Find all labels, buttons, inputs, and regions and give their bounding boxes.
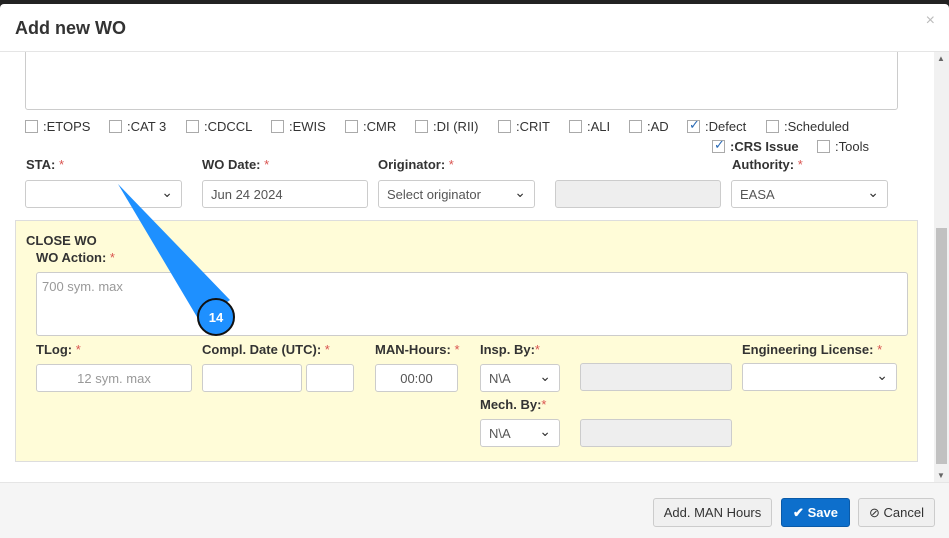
callout-number: 14 xyxy=(209,310,224,325)
callout-annotation: 14 xyxy=(118,184,235,336)
